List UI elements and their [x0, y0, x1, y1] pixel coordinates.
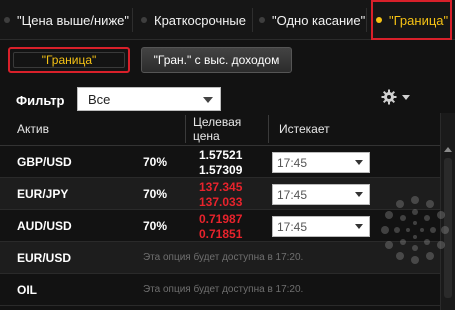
chevron-down-icon	[355, 160, 363, 165]
filter-value: Все	[88, 91, 111, 107]
tab-boundary[interactable]: "Граница"	[371, 0, 453, 40]
tab-indicator-dot	[259, 17, 265, 23]
asset-name: GBP/USD	[17, 155, 72, 169]
tab-indicator-dot	[4, 17, 10, 23]
asset-name: EUR/USD	[17, 251, 72, 265]
availability-note: Эта опция будет доступна в 17:20.	[143, 284, 304, 295]
column-divider	[185, 115, 186, 143]
subtab-label: "Гран." с выс. доходом	[153, 53, 280, 67]
tab-short-term[interactable]: Краткосрочные	[141, 0, 246, 40]
settings-menu-button[interactable]	[381, 87, 415, 107]
table-row[interactable]: EUR/JPY 70% 137.345 137.033 17:45	[0, 178, 440, 210]
subtab-boundary-high-yield[interactable]: "Гран." с выс. доходом	[141, 47, 292, 73]
expiry-select[interactable]: 17:45	[272, 152, 370, 173]
tab-divider	[132, 8, 133, 32]
loading-spinner-icon	[381, 196, 449, 264]
asset-name: OIL	[17, 283, 37, 297]
tab-high-low[interactable]: "Цена выше/ниже"	[4, 0, 129, 40]
tab-label: "Цена выше/ниже"	[17, 12, 129, 28]
availability-note: Эта опция будет доступна в 17:20.	[143, 252, 304, 263]
scroll-up-arrow-icon[interactable]	[444, 147, 452, 152]
column-header-target-price: Целевая цена	[193, 115, 242, 143]
subtab-boundary[interactable]: "Граница"	[8, 47, 130, 73]
tab-label: "Одно касание"	[272, 12, 366, 28]
asset-name: AUD/USD	[17, 219, 72, 233]
expiry-select[interactable]: 17:45	[272, 216, 370, 237]
tab-highlight-frame	[371, 0, 453, 40]
tab-one-touch[interactable]: "Одно касание"	[259, 0, 365, 40]
chevron-down-icon	[402, 94, 410, 100]
column-divider	[268, 115, 269, 143]
payout-percent: 70%	[143, 155, 168, 169]
tab-label: Краткосрочные	[154, 12, 246, 28]
gear-icon	[381, 89, 397, 105]
target-price-high: 137.345	[199, 180, 243, 194]
target-price-low: 137.033	[199, 195, 243, 209]
table-row[interactable]: AUD/USD 70% 0.71987 0.71851 17:45	[0, 210, 440, 242]
payout-percent: 70%	[143, 187, 168, 201]
expiry-select[interactable]: 17:45	[272, 184, 370, 205]
column-header-expires: Истекает	[279, 122, 330, 136]
expiry-value: 17:45	[277, 155, 308, 170]
chevron-down-icon	[355, 192, 363, 197]
chevron-down-icon	[203, 97, 213, 103]
table-row: EUR/USD Эта опция будет доступна в 17:20…	[0, 242, 440, 274]
expiry-value: 17:45	[277, 187, 308, 202]
subtab-inner-border	[13, 52, 125, 68]
table-row[interactable]: GBP/USD 70% 1.57521 1.57309 17:45	[0, 146, 440, 178]
chevron-down-icon	[355, 224, 363, 229]
table-header: Актив Целевая цена Истекает	[0, 113, 440, 146]
expiry-value: 17:45	[277, 219, 308, 234]
option-type-tabs: "Цена выше/ниже" Краткосрочные "Одно кас…	[0, 0, 455, 40]
payout-percent: 70%	[143, 219, 168, 233]
target-price-high: 1.57521	[199, 148, 243, 162]
table-row: OIL Эта опция будет доступна в 17:20.	[0, 274, 440, 306]
target-price-low: 1.57309	[199, 163, 243, 177]
tab-divider	[252, 8, 253, 32]
filter-select[interactable]: Все	[77, 87, 221, 111]
target-price-low: 0.71851	[199, 227, 243, 241]
column-header-asset: Актив	[17, 122, 49, 136]
target-price-high: 0.71987	[199, 212, 243, 226]
tab-divider	[366, 8, 367, 32]
tab-indicator-dot	[141, 17, 147, 23]
asset-name: EUR/JPY	[17, 187, 69, 201]
filter-label: Фильтр	[16, 93, 65, 108]
